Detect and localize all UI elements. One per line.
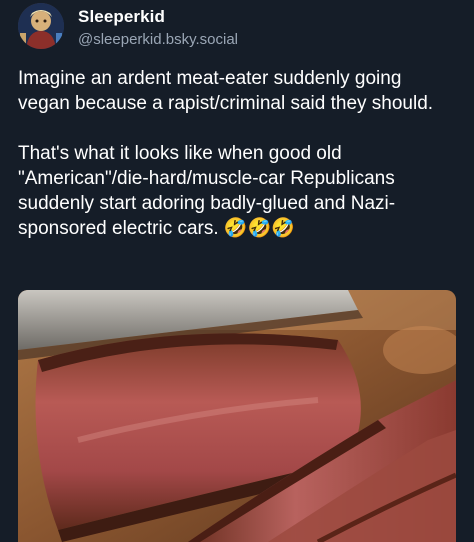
display-name[interactable]: Sleeperkid xyxy=(78,7,165,27)
post-paragraph-2: That's what it looks like when good old … xyxy=(18,143,401,239)
avatar[interactable] xyxy=(18,3,64,49)
post-image[interactable] xyxy=(18,290,456,542)
post: Sleeperkid @sleeperkid.bsky.social Imagi… xyxy=(0,0,474,542)
avatar-illustration-icon xyxy=(18,3,64,49)
user-handle[interactable]: @sleeperkid.bsky.social xyxy=(78,31,238,48)
post-paragraph-1: Imagine an ardent meat-eater suddenly go… xyxy=(18,68,434,114)
steak-photo-icon xyxy=(18,290,456,542)
post-text: Imagine an ardent meat-eater suddenly go… xyxy=(18,66,458,241)
